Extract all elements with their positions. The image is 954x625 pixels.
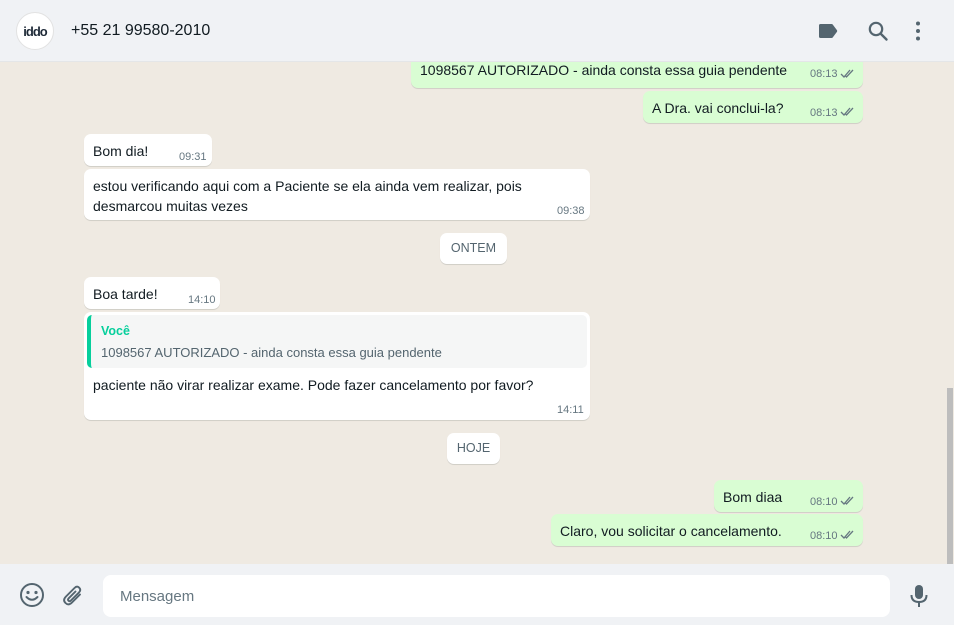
read-ticks-icon [840,530,854,539]
quoted-text: 1098567 AUTORIZADO - ainda consta essa g… [101,345,442,360]
search-icon[interactable] [866,19,890,43]
message-text: A Dra. vai conclui-la? [652,100,784,116]
message-text: 1098567 AUTORIZADO - ainda consta essa g… [420,62,788,78]
chat-header: iddo +55 21 99580-2010 [0,0,954,62]
message-text: Claro, vou solicitar o cancelamento. [560,523,782,539]
contact-avatar[interactable]: iddo [16,12,54,50]
date-divider: ONTEM [440,233,507,264]
message-outgoing[interactable]: 1098567 AUTORIZADO - ainda consta essa g… [411,62,863,88]
read-ticks-icon [840,107,854,116]
message-time: 08:13 [810,107,838,119]
contact-name[interactable]: +55 21 99580-2010 [71,22,210,40]
avatar-logo-text: iddo [23,23,47,39]
message-time: 09:38 [557,205,585,217]
message-incoming-reply[interactable]: Você 1098567 AUTORIZADO - ainda consta e… [84,312,590,420]
chat-area[interactable]: 1098567 AUTORIZADO - ainda consta essa g… [0,62,954,564]
message-time: 14:11 [557,404,584,416]
message-incoming[interactable]: Boa tarde! 14:10 [84,277,220,309]
message-text: Bom diaa [723,489,783,505]
message-text: Boa tarde! [93,286,158,302]
message-time: 08:13 [810,68,838,80]
label-icon[interactable] [816,19,840,43]
message-text: Bom dia! [93,143,149,159]
menu-icon[interactable] [906,19,930,43]
message-time: 14:10 [188,294,216,306]
message-incoming[interactable]: Bom dia! 09:31 [84,134,212,166]
chat-scrollbar[interactable] [946,62,954,564]
message-outgoing[interactable]: Claro, vou solicitar o cancelamento. 08:… [551,514,863,546]
message-outgoing[interactable]: Bom diaa 08:10 [714,480,863,512]
message-time: 09:31 [179,151,207,163]
emoji-icon[interactable] [19,582,45,608]
message-time: 08:10 [810,530,838,542]
quoted-message[interactable]: Você 1098567 AUTORIZADO - ainda consta e… [87,315,587,368]
message-incoming[interactable]: estou verificando aqui com a Paciente se… [84,169,590,220]
message-outgoing[interactable]: A Dra. vai conclui-la? 08:13 [643,91,863,123]
message-text: estou verificando aqui com a Paciente se… [93,178,522,214]
read-ticks-icon [840,496,854,505]
read-ticks-icon [840,69,854,78]
message-input[interactable] [103,575,890,617]
quoted-author: Você [101,324,130,338]
message-text: paciente não virar realizar exame. Pode … [93,377,534,393]
scrollbar-thumb[interactable] [947,388,953,564]
message-composer [0,564,954,625]
attach-icon[interactable] [60,583,86,609]
date-divider: HOJE [447,433,500,464]
message-time: 08:10 [810,496,838,508]
microphone-icon[interactable] [906,583,932,609]
